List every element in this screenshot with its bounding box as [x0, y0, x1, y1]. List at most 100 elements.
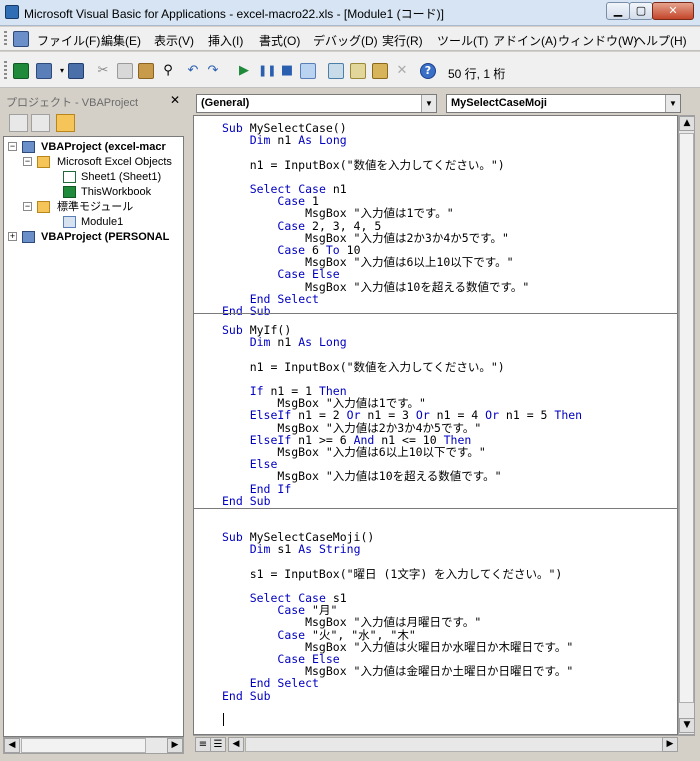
reset-icon[interactable]: ■ — [279, 63, 295, 79]
vba-project-menu-icon[interactable] — [13, 31, 29, 47]
tree-item-excel-objects[interactable]: − Microsoft Excel Objects — [4, 155, 183, 169]
scroll-right-icon[interactable]: ▶ — [662, 737, 678, 752]
menu-bar: ファイル(F) 編集(E) 表示(V) 挿入(I) 書式(O) デバッグ(D) … — [0, 27, 700, 83]
vba-app-icon — [5, 5, 19, 19]
object-combo-value: (General) — [201, 97, 250, 109]
tree-label: ThisWorkbook — [81, 186, 152, 198]
folder-icon — [37, 201, 50, 213]
collapse-icon[interactable]: − — [23, 202, 32, 211]
code-line: End Sub — [222, 688, 271, 703]
object-combo[interactable]: (General) ▼ — [196, 94, 437, 113]
undo-icon[interactable]: ↶ — [185, 63, 201, 79]
vba-project-icon — [22, 141, 35, 153]
project-tree: − VBAProject (excel-macr − Microsoft Exc… — [3, 136, 184, 737]
expand-icon[interactable]: + — [8, 232, 17, 241]
tree-label: VBAProject (PERSONAL — [41, 231, 170, 243]
full-module-view-icon[interactable]: ☰ — [210, 737, 226, 752]
maximize-button[interactable]: ▢ — [629, 2, 653, 20]
project-explorer-icon[interactable] — [328, 63, 344, 79]
workbook-icon — [63, 186, 76, 198]
menu-window[interactable]: ウィンドウ(W) — [558, 32, 637, 49]
vba-project-icon — [22, 231, 35, 243]
code-editor[interactable]: Sub MySelectCase() Dim n1 As Long n1 = I… — [193, 115, 678, 735]
code-line: End Sub — [222, 493, 271, 508]
scroll-down-icon[interactable]: ▼ — [679, 718, 695, 733]
menu-addins[interactable]: アドイン(A) — [493, 32, 557, 49]
code-line: n1 = InputBox("数値を入力してください。") — [222, 359, 505, 374]
menubar-grip[interactable] — [4, 31, 7, 47]
excel-view-icon[interactable] — [13, 63, 29, 79]
tree-label: Microsoft Excel Objects — [57, 156, 172, 168]
procedure-separator — [194, 508, 677, 509]
tree-item-standard-modules[interactable]: − 標準モジュール — [4, 200, 183, 214]
menu-run[interactable]: 実行(R) — [382, 32, 423, 49]
project-explorer-toolbar — [3, 111, 184, 135]
cursor-position: 50 行, 1 桁 — [448, 67, 506, 81]
redo-icon[interactable]: ↷ — [205, 63, 221, 79]
scroll-left-icon[interactable]: ◀ — [4, 738, 20, 753]
tree-item-vbaproject-excel[interactable]: − VBAProject (excel-macr — [4, 140, 183, 154]
properties-window-icon[interactable] — [350, 63, 366, 79]
code-line: End Sub — [222, 304, 271, 318]
scroll-up-icon[interactable]: ▲ — [679, 116, 695, 131]
collapse-icon[interactable]: − — [23, 157, 32, 166]
save-icon[interactable] — [68, 63, 84, 79]
paste-icon[interactable] — [138, 63, 154, 79]
standard-toolbar: ▾ ✂ ⚲ ↶ ↷ ▶ ❚❚ ■ ✕ ? 50 行, 1 桁 — [0, 52, 700, 88]
toolbar-grip[interactable] — [4, 61, 7, 79]
chevron-down-icon[interactable]: ▼ — [665, 95, 680, 112]
insert-userform-icon[interactable] — [36, 63, 52, 79]
menu-edit[interactable]: 編集(E) — [101, 32, 141, 49]
menu-debug[interactable]: デバッグ(D) — [313, 32, 378, 49]
code-hscrollbar[interactable] — [245, 737, 676, 752]
break-icon[interactable]: ❚❚ — [258, 63, 276, 79]
toggle-folders-icon[interactable] — [56, 114, 75, 132]
tree-item-thisworkbook[interactable]: ThisWorkbook — [4, 185, 183, 199]
menu-format[interactable]: 書式(O) — [259, 32, 300, 49]
close-button[interactable]: ✕ — [652, 2, 694, 20]
view-object-icon[interactable] — [31, 114, 50, 132]
minimize-button[interactable]: ▁ — [606, 2, 630, 20]
run-icon[interactable]: ▶ — [236, 63, 252, 79]
menu-insert[interactable]: 挿入(I) — [208, 32, 243, 49]
code-vscrollbar[interactable]: ▲ ▼ — [678, 115, 695, 735]
view-code-icon[interactable] — [9, 114, 28, 132]
scroll-thumb[interactable] — [21, 738, 146, 753]
toolbox-icon[interactable]: ✕ — [394, 63, 410, 79]
tree-label: 標準モジュール — [57, 201, 134, 213]
scroll-thumb[interactable] — [679, 133, 694, 703]
text-caret — [223, 713, 224, 726]
collapse-icon[interactable]: − — [8, 142, 17, 151]
procedure-combo[interactable]: MySelectCaseMoji ▼ — [446, 94, 681, 113]
menu-help[interactable]: ヘルプ(H) — [634, 32, 687, 49]
title-bar: Microsoft Visual Basic for Applications … — [0, 0, 700, 26]
find-icon[interactable]: ⚲ — [160, 63, 176, 79]
code-window-footer: ≡ ☰ ◀ ▶ — [193, 735, 695, 754]
design-mode-icon[interactable] — [300, 63, 316, 79]
tree-item-vbaproject-personal[interactable]: + VBAProject (PERSONAL — [4, 230, 183, 244]
tree-item-sheet1[interactable]: Sheet1 (Sheet1) — [4, 170, 183, 184]
procedure-combo-value: MySelectCaseMoji — [451, 97, 547, 109]
chevron-down-icon[interactable]: ▼ — [421, 95, 436, 112]
project-explorer-title: プロジェクト - VBAProject — [6, 97, 139, 109]
project-tree-hscrollbar[interactable]: ◀ ▶ — [3, 737, 184, 754]
scroll-left-icon[interactable]: ◀ — [228, 737, 244, 752]
code-line: Dim n1 As Long — [249, 335, 347, 350]
code-line: s1 = InputBox("曜日 (1文字) を入力してください。") — [222, 566, 563, 581]
copy-icon[interactable] — [117, 63, 133, 79]
help-icon[interactable]: ? — [420, 63, 436, 79]
menu-tools[interactable]: ツール(T) — [437, 32, 488, 49]
procedure-separator — [194, 313, 677, 314]
cut-icon[interactable]: ✂ — [95, 63, 111, 79]
tree-item-module1[interactable]: Module1 — [4, 215, 183, 229]
object-browser-icon[interactable] — [372, 63, 388, 79]
project-explorer-close-icon[interactable]: ✕ — [168, 93, 182, 107]
menu-view[interactable]: 表示(V) — [154, 32, 194, 49]
code-window-combos: (General) ▼ MySelectCaseMoji ▼ — [193, 92, 683, 114]
tree-label: Module1 — [81, 216, 124, 228]
code-line: n1 = InputBox("数値を入力してください。") — [222, 157, 505, 172]
worksheet-icon — [63, 171, 76, 183]
menu-file[interactable]: ファイル(F) — [37, 32, 100, 49]
procedure-view-icon[interactable]: ≡ — [195, 737, 211, 752]
scroll-right-icon[interactable]: ▶ — [167, 738, 183, 753]
